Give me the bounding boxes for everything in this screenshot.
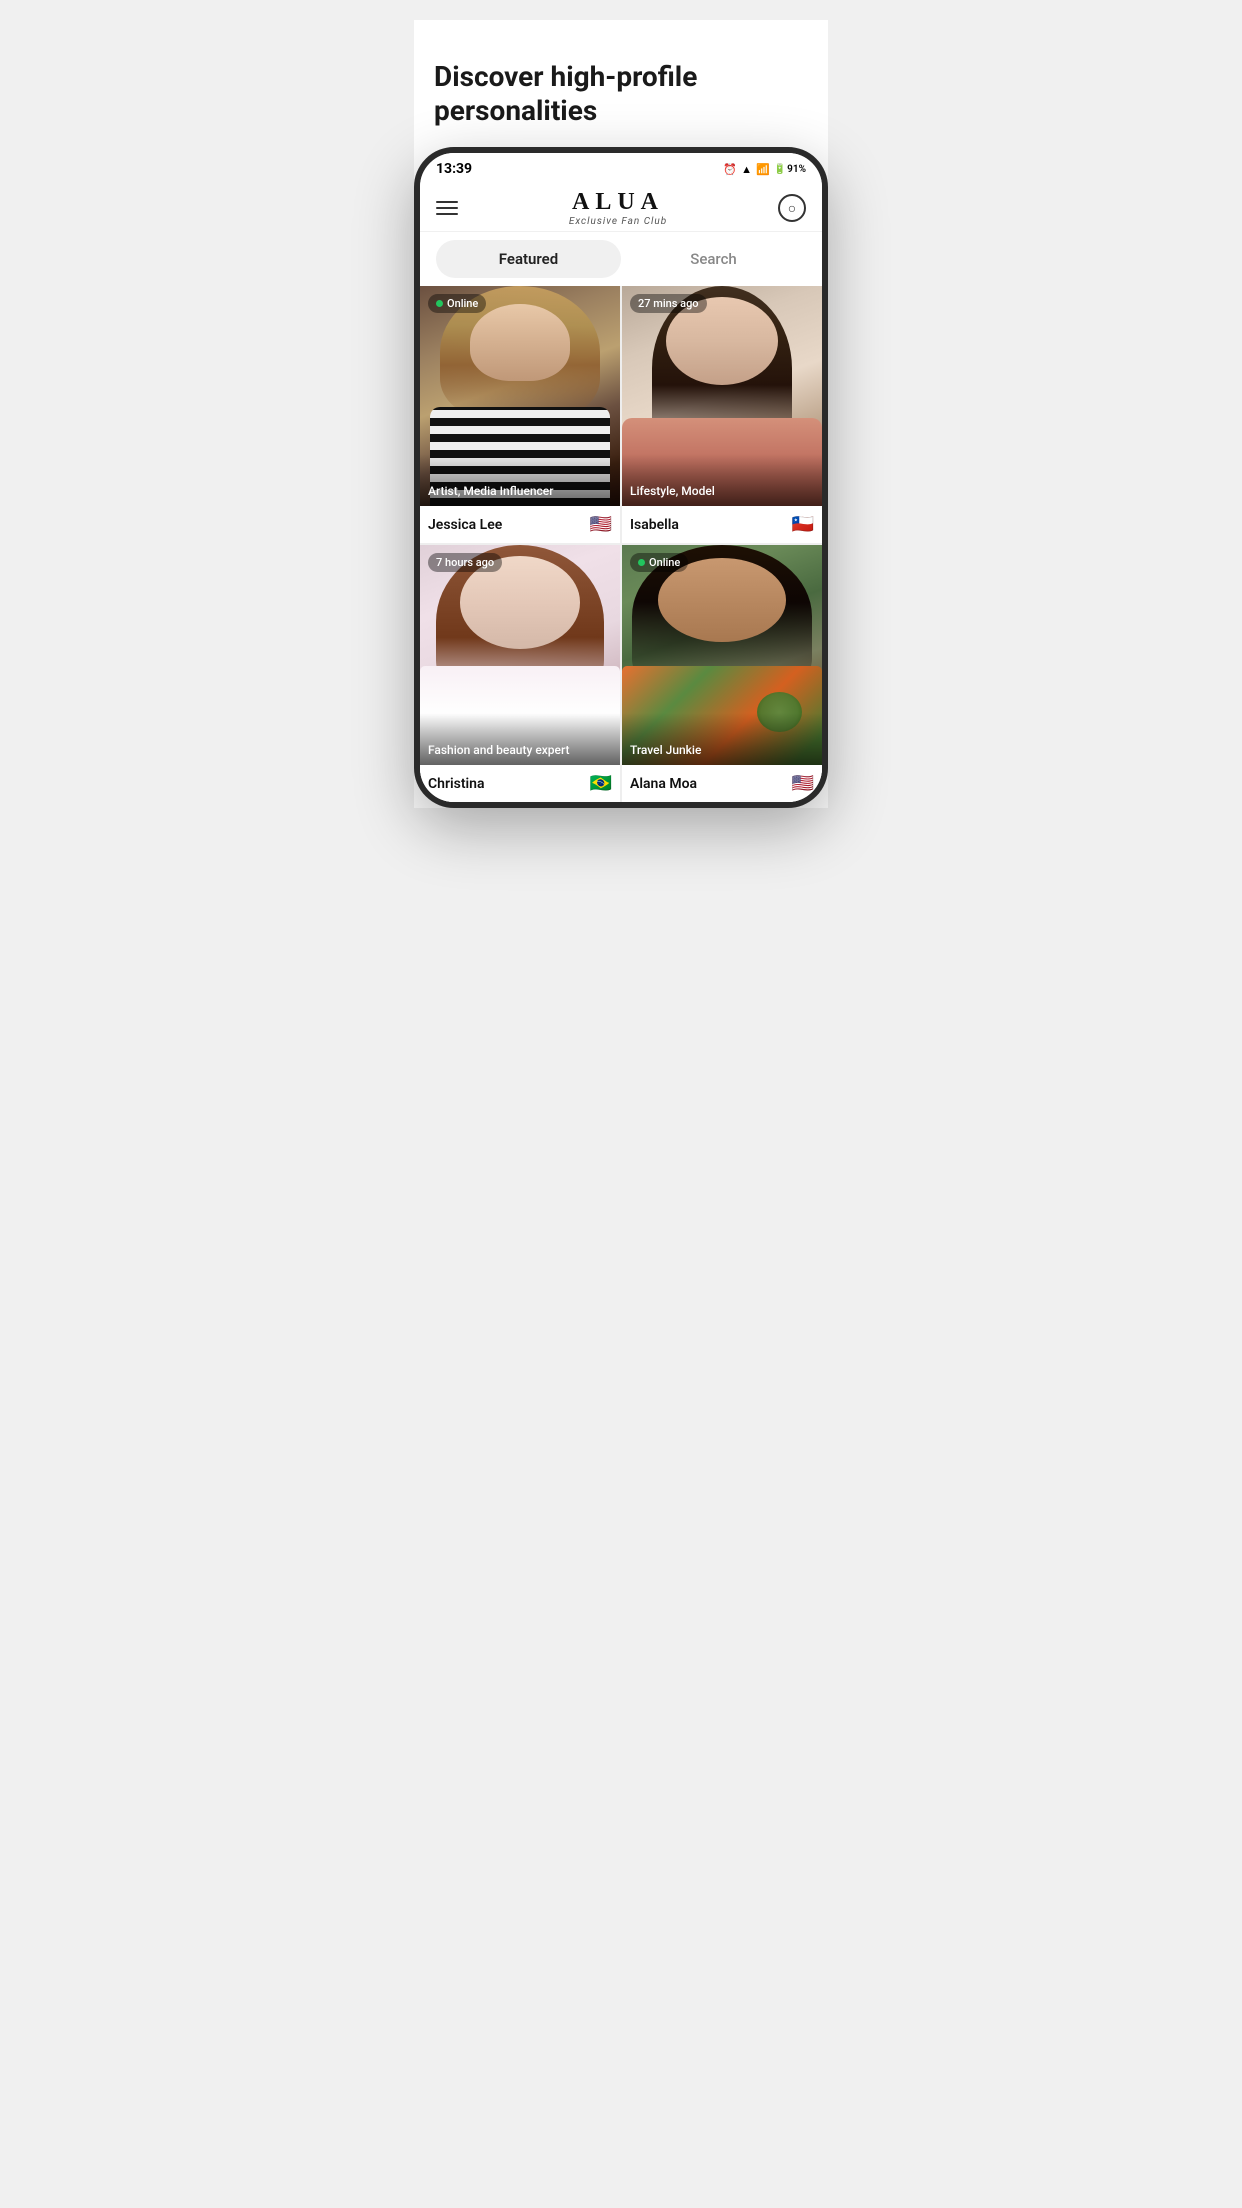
card-name: Jessica Lee [428,517,502,533]
card-category: Lifestyle, Model [622,454,822,506]
time-badge: 7 hours ago [428,553,502,572]
status-bar: 13:39 ⏰ ▲ 📶 🔋 91% [420,153,822,181]
battery-icon: 🔋 91% [774,164,806,175]
card-footer: Isabella 🇨🇱 [622,506,822,543]
card-alana-moa[interactable]: Online Travel Junkie Alana Moa 🇺🇸 [622,545,822,802]
card-category: Artist, Media Influencer [420,454,620,506]
card-footer: Jessica Lee 🇺🇸 [420,506,620,543]
card-category: Travel Junkie [622,713,822,765]
phone-frame: 13:39 ⏰ ▲ 📶 🔋 91% ALUA Exclu [414,147,828,808]
online-dot [638,559,645,566]
time-badge: 27 mins ago [630,294,707,313]
flag-icon: 🇧🇷 [590,773,612,794]
alarm-icon: ⏰ [723,163,737,176]
status-time: 13:39 [436,161,472,177]
app-name: ALUA [569,189,667,216]
card-jessica-lee[interactable]: Online Artist, Media Influencer Jessica … [420,286,620,543]
app-subtitle: Exclusive Fan Club [569,216,667,227]
tabs-bar: Featured Search [420,232,822,286]
flag-icon: 🇨🇱 [792,514,814,535]
card-grid: Online Artist, Media Influencer Jessica … [420,286,822,802]
online-dot [436,300,443,307]
chat-button[interactable]: ○ [778,194,806,222]
card-image: 27 mins ago Lifestyle, Model [622,286,822,506]
card-name: Alana Moa [630,776,697,792]
card-name: Isabella [630,517,679,533]
card-isabella[interactable]: 27 mins ago Lifestyle, Model Isabella 🇨🇱 [622,286,822,543]
card-christina[interactable]: 7 hours ago Fashion and beauty expert Ch… [420,545,620,802]
flag-icon: 🇺🇸 [792,773,814,794]
online-badge: Online [428,294,486,313]
tab-featured[interactable]: Featured [436,240,621,278]
card-category: Fashion and beauty expert [420,713,620,765]
page-title: Discover high-profile personalities [434,60,808,127]
status-icons: ⏰ ▲ 📶 🔋 91% [723,163,806,176]
app-header: ALUA Exclusive Fan Club ○ [420,181,822,232]
app-logo: ALUA Exclusive Fan Club [569,189,667,227]
card-footer: Alana Moa 🇺🇸 [622,765,822,802]
card-image: Online Artist, Media Influencer [420,286,620,506]
card-name: Christina [428,776,485,792]
signal-icon: 📶 [756,163,770,176]
online-badge: Online [630,553,688,572]
hamburger-menu-button[interactable] [436,201,458,215]
flag-icon: 🇺🇸 [590,514,612,535]
card-image: Online Travel Junkie [622,545,822,765]
card-footer: Christina 🇧🇷 [420,765,620,802]
tab-search[interactable]: Search [621,240,806,278]
wifi-icon: ▲ [741,163,752,176]
card-image: 7 hours ago Fashion and beauty expert [420,545,620,765]
